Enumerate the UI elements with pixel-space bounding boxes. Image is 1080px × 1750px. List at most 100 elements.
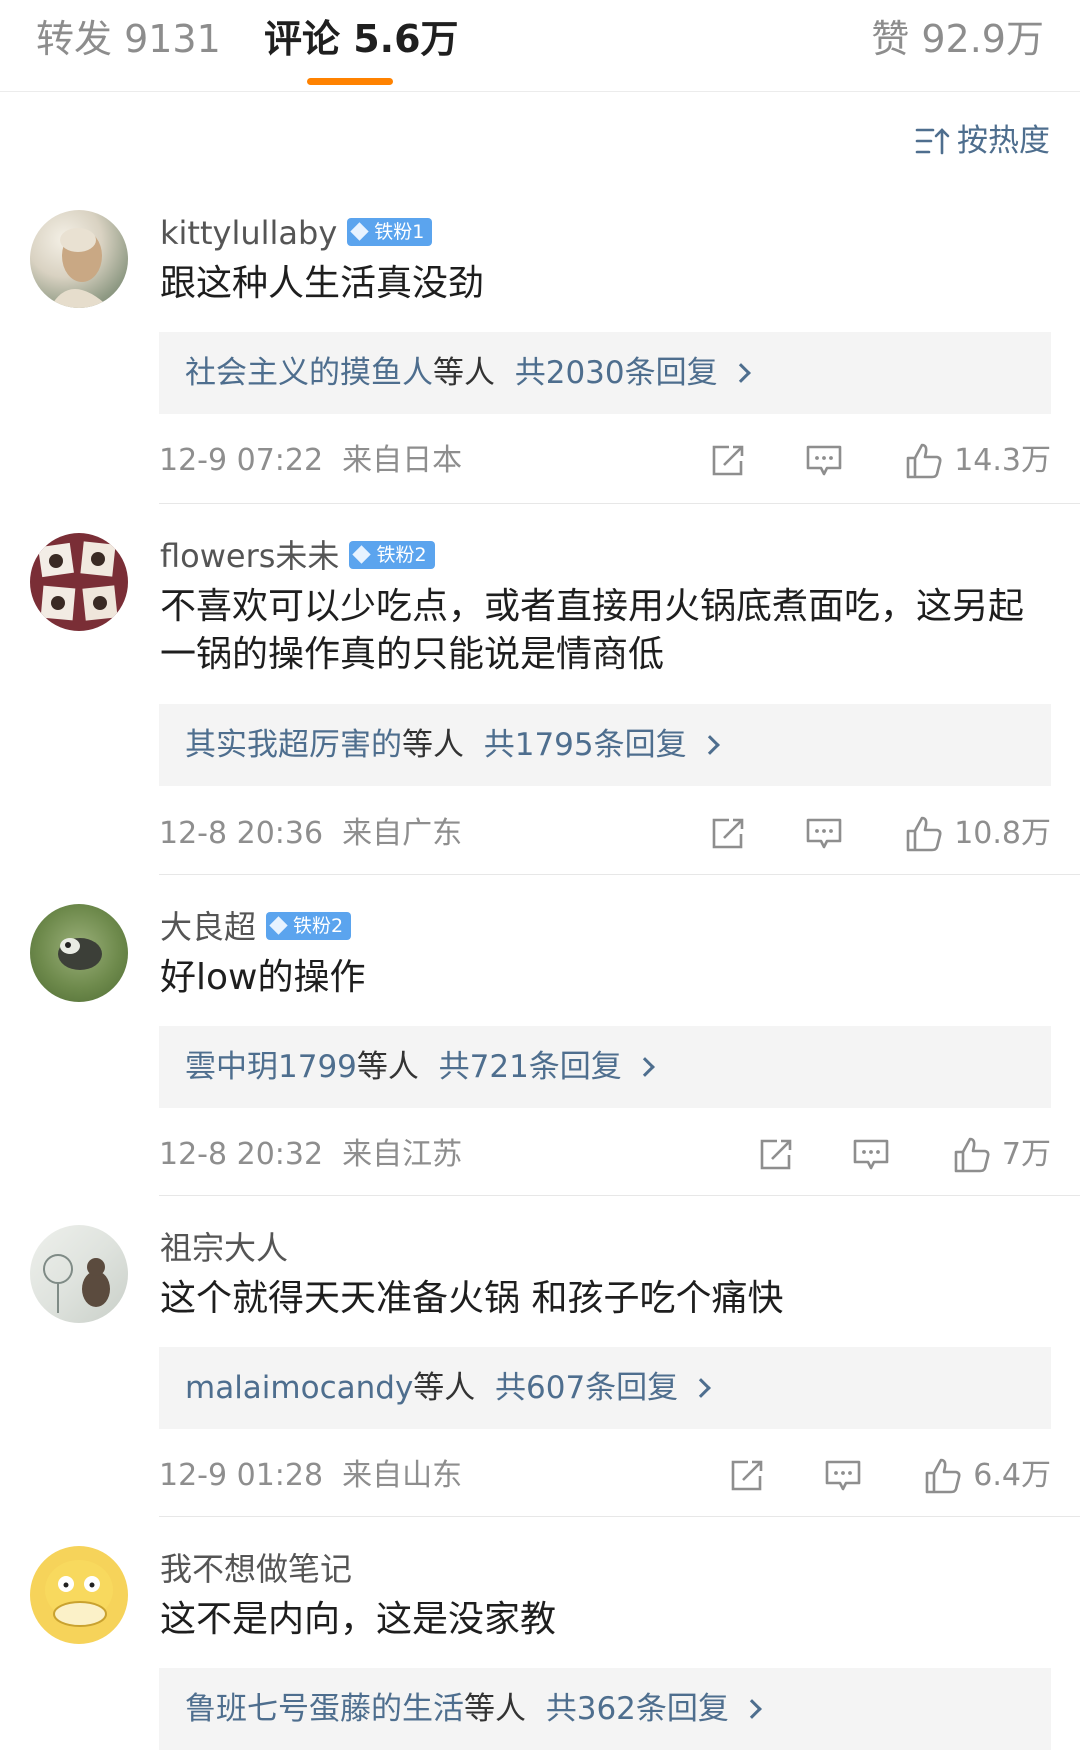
fan-badge: 铁粉2: [266, 912, 352, 940]
reply-user-link[interactable]: 雲中玥1799: [185, 1049, 357, 1085]
reply-user-link[interactable]: 鲁班七号蛋藤的生活: [185, 1691, 464, 1727]
like-count: 7万: [1001, 1137, 1051, 1172]
share-icon: [760, 1139, 792, 1170]
share-button[interactable]: [709, 811, 747, 857]
avatar[interactable]: [30, 1546, 128, 1644]
comment-item: kittylullaby 铁粉1 跟这种人生活真没劲 社会主义的摸鱼人等人 共20…: [0, 210, 1080, 528]
like-button[interactable]: 7万: [952, 1132, 1051, 1178]
badge-label: 铁粉2: [376, 544, 427, 566]
diamond-icon: [350, 222, 369, 241]
reply-count[interactable]: 共607条回复: [495, 1370, 678, 1406]
comment-actions: 6.4万: [728, 1453, 1051, 1499]
username[interactable]: 祖宗大人: [160, 1225, 288, 1271]
tab-repost[interactable]: 转发 9131: [36, 14, 221, 64]
comment-icon: [825, 1460, 861, 1491]
share-button[interactable]: [728, 1453, 766, 1499]
reply-suffix: 等人: [402, 727, 464, 763]
replies-preview[interactable]: 鲁班七号蛋藤的生活等人 共362条回复: [159, 1668, 1051, 1750]
like-button[interactable]: 6.4万: [923, 1453, 1051, 1499]
share-icon: [731, 1460, 763, 1491]
thumbs-up-icon: [954, 1137, 990, 1173]
sort-label: 按热度: [957, 123, 1050, 159]
username[interactable]: flowers未未 铁粉2: [160, 533, 435, 579]
comment-icon: [806, 445, 841, 476]
comment-actions: 10.8万: [709, 811, 1051, 857]
thumbs-up-icon: [906, 816, 942, 852]
active-tab-indicator: [307, 78, 393, 85]
chevron-right-icon: [634, 1057, 655, 1077]
diamond-icon: [269, 916, 288, 935]
comment-item: flowers未未 铁粉2 不喜欢可以少吃点，或者直接用火锅底煮面吃，这另起一锅的…: [0, 533, 1080, 863]
chevron-right-icon: [730, 363, 751, 383]
like-count: 6.4万: [973, 1458, 1051, 1493]
reply-suffix: 等人: [413, 1370, 476, 1406]
reply-button[interactable]: [805, 811, 843, 857]
like-button[interactable]: 14.3万: [904, 438, 1051, 484]
fan-badge: 铁粉2: [349, 541, 435, 569]
reply-count[interactable]: 共2030条回复: [515, 355, 718, 391]
avatar[interactable]: [30, 533, 128, 631]
chevron-right-icon: [741, 1699, 762, 1719]
sort-button[interactable]: 按热度: [915, 118, 1050, 164]
avatar[interactable]: [30, 210, 128, 308]
username[interactable]: 大良超 铁粉2: [160, 904, 352, 950]
comment-location: 来自日本: [342, 443, 463, 478]
replies-preview[interactable]: malaimocandy等人 共607条回复: [159, 1347, 1051, 1429]
comment-text: 这个就得天天准备火锅 和孩子吃个痛快: [160, 1278, 784, 1319]
comment-meta: 12-9 01:28 来自山东 6.4万: [159, 1453, 1051, 1499]
username[interactable]: kittylullaby 铁粉1: [160, 210, 433, 256]
comment-time: 12-9 07:22: [159, 443, 324, 478]
replies-preview[interactable]: 社会主义的摸鱼人等人 共2030条回复: [159, 332, 1051, 414]
divider: [159, 1195, 1080, 1196]
replies-preview[interactable]: 雲中玥1799等人 共721条回复: [159, 1026, 1051, 1108]
thumbs-up-icon: [925, 1458, 961, 1494]
comment-text: 好low的操作: [160, 957, 366, 998]
divider: [159, 1516, 1080, 1517]
fan-badge: 铁粉1: [347, 218, 433, 246]
reply-count[interactable]: 共721条回复: [439, 1049, 622, 1085]
tab-likes[interactable]: 赞 92.9万: [871, 14, 1044, 64]
comment-actions: 14.3万: [709, 438, 1051, 484]
avatar[interactable]: [30, 904, 128, 1002]
reply-user-link[interactable]: 社会主义的摸鱼人: [185, 355, 433, 391]
badge-label: 铁粉2: [293, 915, 344, 937]
comment-meta: 12-8 20:36 来自广东 10.8万: [159, 811, 1051, 857]
comment-meta: 12-9 07:22 来自日本 14.3万: [159, 438, 1051, 484]
comment-time: 12-8 20:36: [159, 816, 324, 851]
reply-button[interactable]: [824, 1453, 862, 1499]
comment-meta: 12-8 20:32 来自江苏 7万: [159, 1132, 1051, 1178]
username[interactable]: 我不想做笔记: [160, 1546, 352, 1592]
replies-preview[interactable]: 其实我超厉害的等人 共1795条回复: [159, 704, 1051, 786]
share-button[interactable]: [757, 1132, 795, 1178]
reply-count[interactable]: 共362条回复: [546, 1691, 729, 1727]
reply-button[interactable]: [852, 1132, 890, 1178]
chevron-right-icon: [699, 735, 720, 755]
comment-time: 12-9 01:28: [159, 1458, 324, 1493]
comment-text: 跟这种人生活真没劲: [160, 263, 485, 304]
comment-location: 来自广东: [342, 816, 463, 851]
comment-icon: [806, 818, 841, 849]
reply-user-link[interactable]: malaimocandy: [185, 1370, 413, 1406]
comment-text: 不喜欢可以少吃点，或者直接用火锅底煮面吃，这另起一锅的操作真的只能说是情商低: [160, 586, 1025, 675]
comment-icon: [854, 1139, 889, 1170]
avatar[interactable]: [30, 1225, 128, 1323]
reply-button[interactable]: [805, 438, 843, 484]
reply-user-link[interactable]: 其实我超厉害的: [185, 727, 402, 763]
username-text: 大良超: [160, 908, 257, 946]
comment-location: 来自江苏: [342, 1137, 463, 1172]
comment-item: 我不想做笔记 这不是内向，这是没家教 鲁班七号蛋藤的生活等人 共362条回复: [0, 1546, 1080, 1750]
reply-suffix: 等人: [433, 355, 495, 391]
comment-text: 这不是内向，这是没家教: [160, 1599, 557, 1640]
reply-suffix: 等人: [464, 1691, 526, 1727]
sort-icon: [915, 127, 950, 154]
like-button[interactable]: 10.8万: [904, 811, 1051, 857]
share-button[interactable]: [709, 438, 747, 484]
comment-location: 来自山东: [342, 1458, 463, 1493]
reply-count[interactable]: 共1795条回复: [484, 727, 687, 763]
username-text: kittylullaby: [160, 214, 338, 252]
tab-comments[interactable]: 评论 5.6万: [264, 14, 459, 64]
divider: [159, 874, 1080, 875]
thumbs-up-icon: [906, 443, 942, 479]
chevron-right-icon: [691, 1378, 712, 1398]
username-text: 我不想做笔记: [160, 1550, 353, 1588]
